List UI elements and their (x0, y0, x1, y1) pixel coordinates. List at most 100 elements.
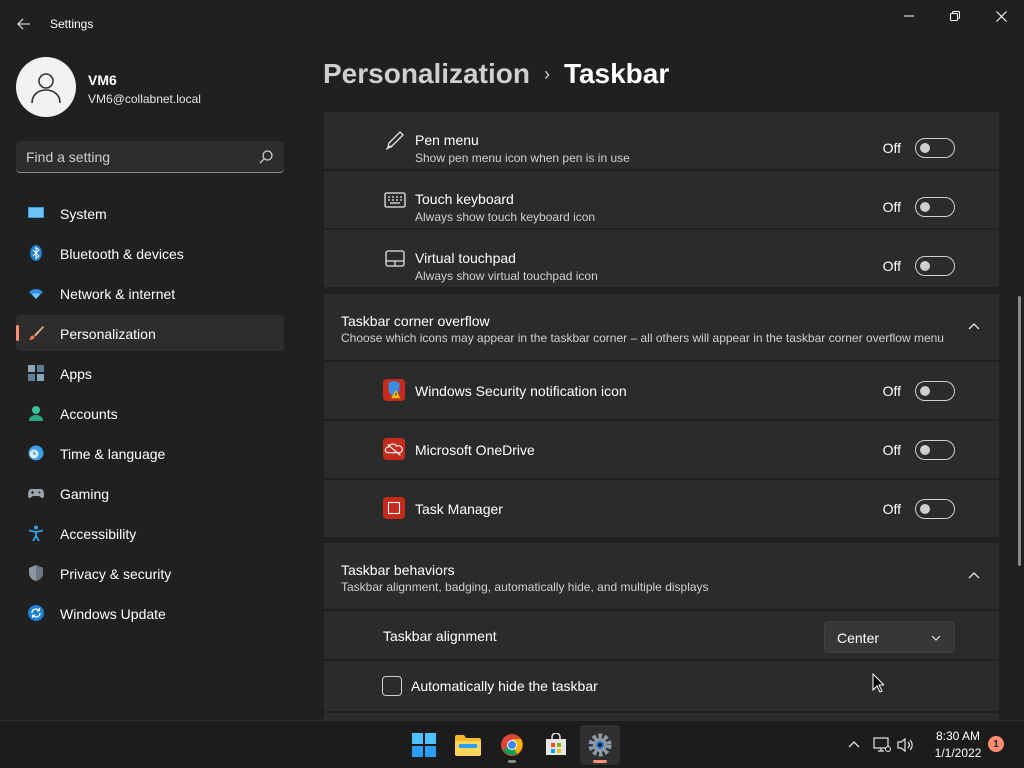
start-button[interactable] (404, 725, 444, 765)
person-icon (29, 406, 43, 421)
clock-globe-icon (28, 445, 44, 461)
setting-title: Taskbar alignment (383, 628, 497, 644)
chevron-up-icon (848, 741, 860, 748)
setting-title: Pen menu (415, 132, 479, 148)
toggle-state-label: Off (882, 199, 901, 215)
taskbar-corner-overflow-header[interactable]: Taskbar corner overflow Choose which ico… (324, 294, 999, 360)
pen-icon (385, 131, 404, 150)
toggle-state-label: Off (882, 383, 901, 399)
search-icon[interactable] (258, 149, 274, 165)
sidebar-item-network[interactable]: Network & internet (16, 275, 284, 311)
monitor-icon (28, 207, 44, 218)
setting-title: Microsoft OneDrive (415, 442, 535, 458)
sidebar-item-gaming[interactable]: Gaming (16, 475, 284, 511)
show-hidden-icons-button[interactable] (844, 735, 864, 755)
virtual-touchpad-toggle[interactable] (915, 256, 955, 276)
sidebar-item-label: Accounts (60, 406, 118, 422)
setting-title: Touch keyboard (415, 191, 514, 207)
chevron-up-icon[interactable] (967, 569, 981, 583)
sidebar-item-label: Privacy & security (60, 566, 172, 582)
network-icon (873, 737, 891, 752)
toggle-state-label: Off (882, 501, 901, 517)
onedrive-toggle[interactable] (915, 440, 955, 460)
breadcrumb-separator: › (543, 63, 550, 84)
windows-security-toggle[interactable] (915, 381, 955, 401)
clock-time[interactable]: 8:30 AM (930, 729, 986, 743)
setting-title: Virtual touchpad (415, 250, 516, 266)
sidebar-item-accessibility[interactable]: Accessibility (16, 515, 284, 551)
section-description: Taskbar alignment, badging, automaticall… (341, 580, 709, 594)
section-title: Taskbar behaviors (341, 562, 455, 578)
mouse-cursor-icon (872, 673, 884, 693)
sidebar-item-label: Gaming (60, 486, 110, 502)
setting-title: Task Manager (415, 501, 503, 517)
section-description: Choose which icons may appear in the tas… (341, 331, 944, 345)
search-input[interactable] (26, 141, 246, 172)
security-warning-icon (383, 379, 405, 401)
clock-date[interactable]: 1/1/2022 (930, 746, 986, 760)
settings-content: Pen menu Show pen menu icon when pen is … (324, 106, 1000, 720)
sidebar-item-privacy-security[interactable]: Privacy & security (16, 555, 284, 591)
close-button[interactable] (978, 0, 1024, 32)
task-manager-toggle[interactable] (915, 499, 955, 519)
next-setting-row (324, 713, 999, 720)
sidebar-item-apps[interactable]: Apps (16, 355, 284, 391)
sidebar-item-personalization[interactable]: Personalization (16, 315, 284, 351)
search-box[interactable] (16, 141, 284, 173)
sidebar-item-system[interactable]: System (16, 195, 284, 231)
restore-button[interactable] (932, 0, 978, 32)
setting-description: Always show touch keyboard icon (415, 210, 596, 224)
settings-app-button[interactable] (580, 725, 620, 765)
volume-tray-button[interactable] (896, 735, 916, 755)
breadcrumb-parent[interactable]: Personalization (323, 58, 530, 90)
bluetooth-icon (30, 245, 42, 261)
sidebar-item-time-language[interactable]: Time & language (16, 435, 284, 471)
auto-hide-row: Automatically hide the taskbar (324, 661, 999, 711)
update-icon (28, 605, 44, 621)
person-silhouette-icon (31, 73, 61, 104)
windows-security-row: Windows Security notification icon Off (324, 362, 999, 419)
scrollbar[interactable] (1018, 296, 1021, 566)
close-icon (995, 10, 1007, 22)
sidebar-nav: System Bluetooth & devices Network & int… (16, 195, 284, 635)
setting-description: Always show virtual touchpad icon (415, 269, 598, 283)
pen-menu-toggle[interactable] (915, 138, 955, 158)
dropdown-value: Center (837, 630, 880, 646)
network-tray-button[interactable] (872, 735, 892, 755)
setting-title: Windows Security notification icon (415, 383, 627, 399)
sidebar-item-label: Apps (60, 366, 92, 382)
arrow-left-icon (17, 18, 30, 30)
touch-keyboard-row: Touch keyboard Always show touch keyboar… (324, 171, 999, 228)
sidebar-item-bluetooth[interactable]: Bluetooth & devices (16, 235, 284, 271)
auto-hide-checkbox[interactable] (382, 676, 402, 696)
profile-email: VM6@collabnet.local (88, 92, 201, 106)
notification-badge[interactable]: 1 (988, 736, 1004, 752)
gear-icon (588, 733, 612, 757)
toggle-state-label: Off (882, 442, 901, 458)
touch-keyboard-toggle[interactable] (915, 197, 955, 217)
taskbar-alignment-row: Taskbar alignment Center (324, 611, 999, 659)
sidebar-item-accounts[interactable]: Accounts (16, 395, 284, 431)
chevron-up-icon[interactable] (967, 320, 981, 334)
app-title: Settings (50, 17, 94, 31)
chrome-button[interactable] (492, 725, 532, 765)
sidebar-item-label: Windows Update (60, 606, 166, 622)
taskbar-alignment-dropdown[interactable]: Center (824, 621, 955, 653)
sidebar-item-windows-update[interactable]: Windows Update (16, 595, 284, 631)
avatar[interactable] (16, 57, 76, 117)
minimize-button[interactable] (886, 0, 932, 32)
accessibility-icon (28, 525, 44, 541)
back-button[interactable] (12, 12, 36, 36)
profile-name: VM6 (88, 72, 117, 88)
setting-title: Automatically hide the taskbar (411, 678, 598, 694)
file-explorer-button[interactable] (448, 725, 488, 765)
store-button[interactable] (536, 725, 576, 765)
taskbar: 8:30 AM 1/1/2022 (0, 720, 1024, 768)
brush-icon (29, 326, 44, 340)
taskbar-behaviors-header[interactable]: Taskbar behaviors Taskbar alignment, bad… (324, 543, 999, 609)
restore-icon (950, 11, 960, 21)
apps-icon (28, 365, 44, 381)
chrome-icon (501, 734, 523, 756)
toggle-state-label: Off (882, 140, 901, 156)
setting-description: Show pen menu icon when pen is in use (415, 151, 630, 165)
